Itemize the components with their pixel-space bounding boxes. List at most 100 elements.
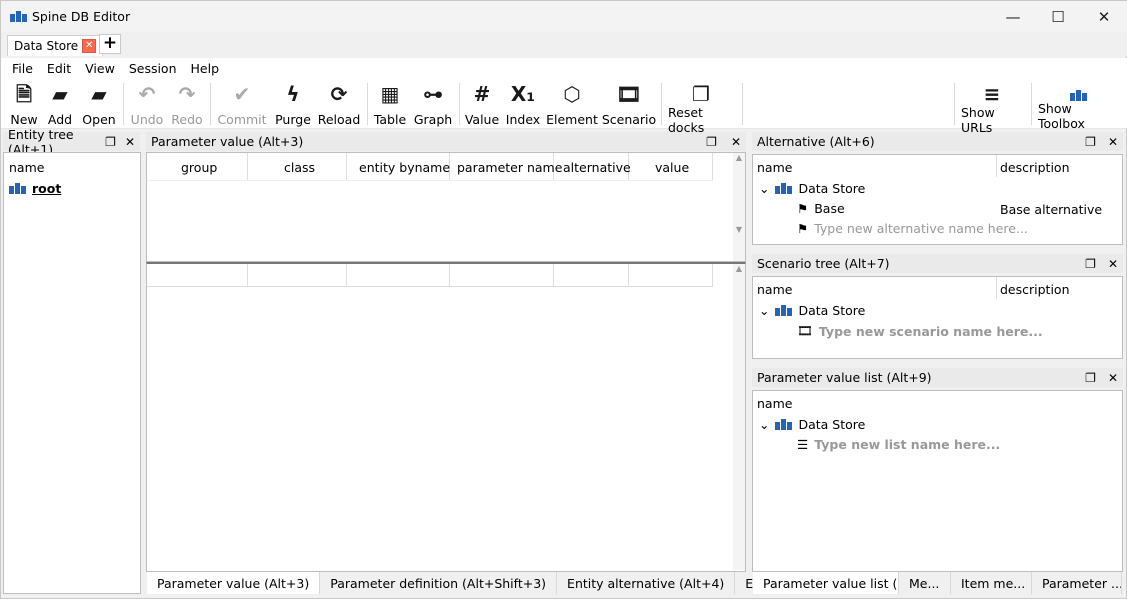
table-button[interactable]: ▦ Table <box>373 83 407 127</box>
tree-item-data-store[interactable]: ⌄ Data Store <box>759 303 865 318</box>
new-tab-button[interactable]: + <box>99 34 121 54</box>
folder-open-icon: ▰ <box>91 82 107 106</box>
float-icon[interactable]: ❐ <box>706 135 717 149</box>
show-urls-button[interactable]: ≡ Show URLs <box>961 83 1023 135</box>
database-icon <box>775 305 793 316</box>
col-entity-byname[interactable]: entity byname <box>359 160 450 175</box>
new-file-icon: 🗎 <box>15 82 33 106</box>
database-icon <box>775 419 793 430</box>
menu-edit[interactable]: Edit <box>40 58 78 79</box>
close-icon[interactable]: ✕ <box>1108 135 1118 149</box>
menu-file[interactable]: File <box>5 58 40 79</box>
chevron-down-icon[interactable]: ⌄ <box>759 417 769 432</box>
graph-button[interactable]: ⊶ Graph <box>414 83 452 127</box>
menu-bar: File Edit View Session Help <box>1 58 1127 79</box>
new-list-row[interactable]: ☰ Type new list name here... <box>797 437 1000 452</box>
tab-item-metadata[interactable]: Item me... <box>951 572 1032 594</box>
reset-docks-button[interactable]: ❐ Reset docks <box>668 82 734 135</box>
col-value[interactable]: value <box>655 160 689 175</box>
close-icon[interactable]: ✕ <box>1108 257 1118 271</box>
base-description: Base alternative <box>1000 202 1103 217</box>
commit-button[interactable]: ✔ Commit <box>217 82 266 127</box>
show-toolbox-button[interactable]: Show Toolbox <box>1038 83 1118 131</box>
chevron-down-icon[interactable]: ⌄ <box>759 181 769 196</box>
title-bar: Spine DB Editor — ☐ ✕ <box>1 1 1127 32</box>
tab-parameter-definition[interactable]: Parameter definition (Alt+Shift+3) <box>320 572 558 594</box>
app-logo-icon <box>10 11 27 22</box>
new-button[interactable]: 🗎 New <box>10 83 38 127</box>
param-value-header: Parameter value (Alt+3) ❐ ✕ <box>146 132 746 151</box>
table-icon: ▦ <box>380 82 400 106</box>
signpost-icon: ⚑ <box>797 221 809 236</box>
open-button[interactable]: ▰ Open <box>82 83 116 127</box>
list-icon: ☰ <box>797 437 809 452</box>
empty-row[interactable] <box>147 264 713 287</box>
root-label: root <box>32 181 62 196</box>
close-icon[interactable]: ✕ <box>731 135 741 149</box>
alternative-title: Alternative (Alt+6) <box>757 134 875 149</box>
alternative-tree: name description ⌄ Data Store ⚑ Base Bas… <box>752 154 1123 245</box>
tree-item-data-store[interactable]: ⌄ Data Store <box>759 417 865 432</box>
graph-icon: ⊶ <box>423 82 443 106</box>
tree-item-root[interactable]: root <box>9 181 61 196</box>
chevron-down-icon[interactable]: ⌄ <box>759 303 769 318</box>
window-title: Spine DB Editor <box>32 9 131 24</box>
scenario-button[interactable]: 🎞 Scenario <box>602 82 656 127</box>
value-button[interactable]: # Value <box>465 83 499 127</box>
tree-item-base[interactable]: ⚑ Base <box>797 201 845 216</box>
menu-help[interactable]: Help <box>184 58 227 79</box>
float-icon[interactable]: ❐ <box>1085 135 1096 149</box>
film-icon: 🎞 <box>616 82 642 106</box>
subscript-icon: X₁ <box>510 82 536 106</box>
col-group[interactable]: group <box>181 160 217 175</box>
undo-button[interactable]: ↶ Undo <box>130 83 164 127</box>
param-value-new-rows: ▲ <box>146 262 746 572</box>
tab-close-icon[interactable]: ✕ <box>82 39 97 53</box>
menu-session[interactable]: Session <box>122 58 184 79</box>
reload-button[interactable]: ⟳ Reload <box>318 83 361 127</box>
docks-icon: ❐ <box>692 82 710 106</box>
index-button[interactable]: X₁ Index <box>506 83 540 127</box>
menu-view[interactable]: View <box>78 58 122 79</box>
alternative-header: Alternative (Alt+6) ❐ ✕ <box>752 132 1123 151</box>
scenario-tree-header: Scenario tree (Alt+7) ❐ ✕ <box>752 254 1123 273</box>
new-alternative-row[interactable]: ⚑ Type new alternative name here... <box>797 221 1028 236</box>
signpost-icon: ⚑ <box>797 201 809 216</box>
pv-list-title: Parameter value list (Alt+9) <box>757 370 932 385</box>
tree-item-data-store[interactable]: ⌄ Data Store <box>759 181 865 196</box>
scrollbar[interactable]: ▲ ▼ <box>733 153 745 261</box>
close-window-button[interactable]: ✕ <box>1081 1 1127 32</box>
tab-parameter-value[interactable]: Parameter value (Alt+3) <box>147 572 321 594</box>
float-icon[interactable]: ❐ <box>1085 257 1096 271</box>
add-button[interactable]: ▰ Add <box>46 83 74 127</box>
close-icon[interactable]: ✕ <box>125 135 135 149</box>
tab-parameter[interactable]: Parameter ... <box>1032 572 1122 594</box>
close-icon[interactable]: ✕ <box>1108 371 1118 385</box>
maximize-button[interactable]: ☐ <box>1035 1 1081 32</box>
new-scenario-row[interactable]: 🎞 Type new scenario name here... <box>797 323 1043 339</box>
entity-tree-panel: name root <box>3 152 141 594</box>
redo-icon: ↷ <box>178 82 196 106</box>
redo-button[interactable]: ↷ Redo <box>171 83 203 127</box>
col-class[interactable]: class <box>284 160 315 175</box>
lightning-icon: ϟ <box>286 82 300 106</box>
tab-metadata[interactable]: Me... <box>899 572 951 594</box>
scenario-tree-title: Scenario tree (Alt+7) <box>757 256 890 271</box>
tab-entity-alternative[interactable]: Entity alternative (Alt+4) <box>557 572 736 594</box>
col-name: name <box>757 282 793 297</box>
float-icon[interactable]: ❐ <box>105 135 116 149</box>
tab-pv-list[interactable]: Parameter value list (... <box>753 572 899 594</box>
param-value-title: Parameter value (Alt+3) <box>151 134 304 149</box>
param-value-table: group class entity byname parameter name… <box>146 152 746 262</box>
main-toolbar: 🗎 New ▰ Add ▰ Open ↶ Undo ↷ Redo ✔ Commit ϟ Pur… <box>1 79 1127 135</box>
col-alternative[interactable]: alternative <box>563 160 631 175</box>
purge-button[interactable]: ϟ Purge <box>274 83 312 127</box>
col-parameter-name[interactable]: parameter name <box>457 160 562 175</box>
scrollbar[interactable]: ▲ <box>733 264 745 570</box>
float-icon[interactable]: ❐ <box>1085 371 1096 385</box>
film-icon: 🎞 <box>797 323 813 338</box>
minimize-button[interactable]: — <box>990 1 1036 32</box>
tab-data-store[interactable]: Data Store ✕ <box>7 35 104 56</box>
check-icon: ✔ <box>233 82 251 106</box>
element-button[interactable]: ⬡ Element <box>546 83 598 127</box>
